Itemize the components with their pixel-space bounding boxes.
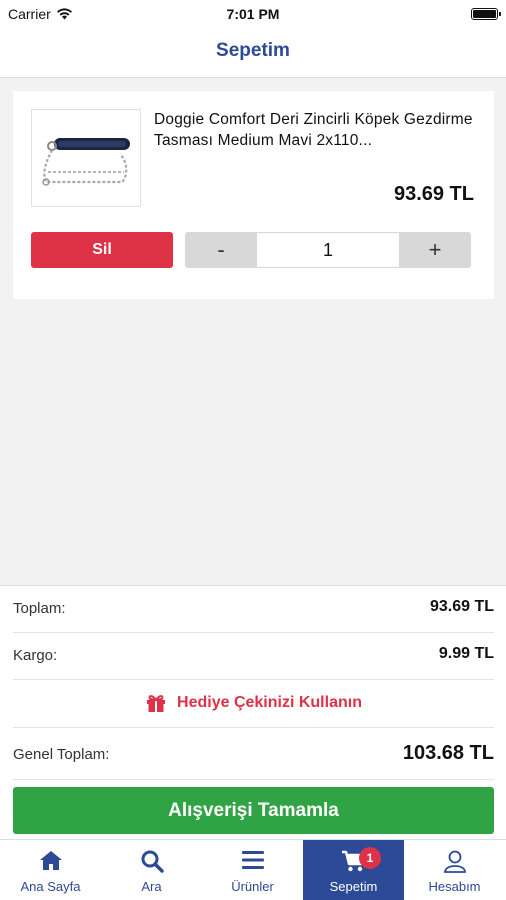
increase-quantity-button[interactable]: + — [399, 232, 471, 268]
gift-icon — [147, 695, 166, 712]
tab-account-label: Hesabım — [428, 879, 481, 894]
status-time: 7:01 PM — [226, 6, 280, 22]
cart-count-badge: 1 — [359, 847, 381, 869]
gift-voucher-link[interactable]: Hediye Çekinizi Kullanın — [13, 693, 494, 713]
menu-icon — [241, 851, 264, 869]
delete-button[interactable]: Sil — [31, 232, 173, 268]
checkout-button[interactable]: Alışverişi Tamamla — [13, 787, 494, 834]
quantity-value[interactable]: 1 — [257, 233, 399, 267]
user-icon — [443, 850, 466, 873]
subtotal-row: Toplam: 93.69 TL — [13, 586, 494, 633]
tab-bar: Ana Sayfa Ara Ürünler 1 Sepetim Hesabım — [0, 839, 506, 900]
tab-products-label: Ürünler — [231, 879, 274, 894]
grand-total-row: Genel Toplam: 103.68 TL — [13, 728, 494, 780]
status-bar: Carrier 7:01 PM — [0, 0, 506, 28]
shipping-value: 9.99 TL — [438, 645, 494, 662]
subtotal-value: 93.69 TL — [429, 598, 494, 615]
tab-search[interactable]: Ara — [101, 840, 202, 900]
grand-total-value: 103.68 TL — [402, 742, 494, 764]
product-price: 93.69 TL — [393, 183, 474, 205]
tab-cart[interactable]: 1 Sepetim — [303, 840, 404, 900]
shipping-row: Kargo: 9.99 TL — [13, 633, 494, 680]
quantity-stepper: - 1 + — [185, 232, 471, 268]
tab-home[interactable]: Ana Sayfa — [0, 840, 101, 900]
tab-search-label: Ara — [141, 879, 162, 894]
search-icon — [141, 850, 164, 873]
grand-total-label: Genel Toplam: — [13, 746, 110, 763]
tab-home-label: Ana Sayfa — [20, 879, 81, 894]
cart-item-card: Doggie Comfort Deri Zincirli Köpek Gezdi… — [13, 91, 494, 299]
page-title: Sepetim — [216, 40, 290, 61]
gift-voucher-label: Hediye Çekinizi Kullanın — [177, 694, 362, 711]
product-name[interactable]: Doggie Comfort Deri Zincirli Köpek Gezdi… — [154, 109, 480, 151]
subtotal-label: Toplam: — [13, 600, 66, 617]
decrease-quantity-button[interactable]: - — [185, 232, 257, 268]
tab-cart-label: Sepetim — [329, 879, 378, 894]
battery-icon — [471, 8, 501, 20]
nav-bar: Sepetim — [0, 28, 506, 78]
shipping-label: Kargo: — [13, 647, 58, 664]
gift-voucher-row[interactable]: Hediye Çekinizi Kullanın — [13, 680, 494, 728]
order-summary: Toplam: 93.69 TL Kargo: 9.99 TL Hediye Ç… — [0, 585, 506, 839]
leash-icon — [42, 138, 130, 186]
product-image[interactable] — [31, 109, 141, 207]
home-icon — [39, 851, 62, 870]
tab-account[interactable]: Hesabım — [404, 840, 506, 900]
tab-products[interactable]: Ürünler — [202, 840, 303, 900]
